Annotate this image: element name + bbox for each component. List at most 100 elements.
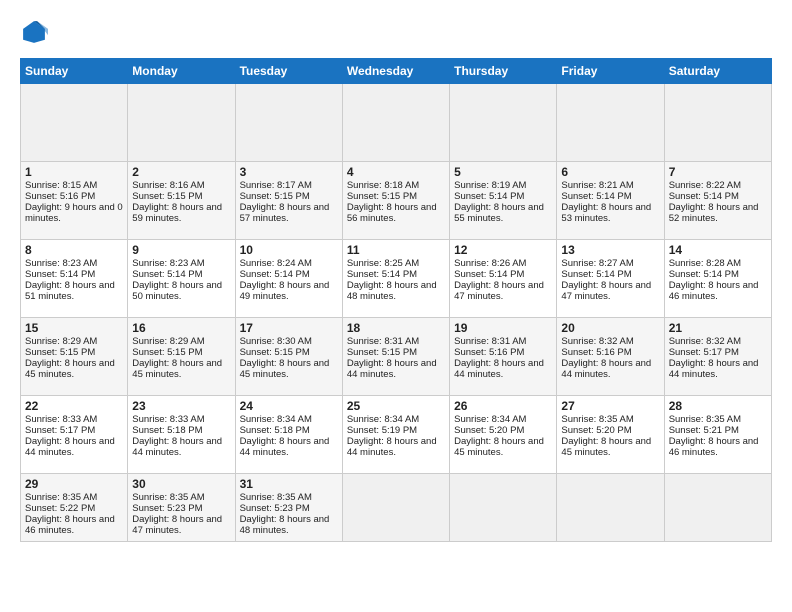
day-number: 18 — [347, 321, 445, 335]
calendar-cell: 6Sunrise: 8:21 AMSunset: 5:14 PMDaylight… — [557, 162, 664, 240]
sunset-text: Sunset: 5:15 PM — [240, 347, 338, 358]
col-header-friday: Friday — [557, 59, 664, 84]
calendar-cell: 20Sunrise: 8:32 AMSunset: 5:16 PMDayligh… — [557, 318, 664, 396]
calendar-cell — [21, 84, 128, 162]
calendar-table: SundayMondayTuesdayWednesdayThursdayFrid… — [20, 58, 772, 542]
day-number: 5 — [454, 165, 552, 179]
calendar-cell: 11Sunrise: 8:25 AMSunset: 5:14 PMDayligh… — [342, 240, 449, 318]
daylight-text: Daylight: 8 hours and 44 minutes. — [132, 436, 230, 458]
sunset-text: Sunset: 5:14 PM — [669, 191, 767, 202]
calendar-cell: 2Sunrise: 8:16 AMSunset: 5:15 PMDaylight… — [128, 162, 235, 240]
sunset-text: Sunset: 5:18 PM — [240, 425, 338, 436]
sunset-text: Sunset: 5:15 PM — [347, 191, 445, 202]
calendar-week-4: 22Sunrise: 8:33 AMSunset: 5:17 PMDayligh… — [21, 396, 772, 474]
calendar-week-3: 15Sunrise: 8:29 AMSunset: 5:15 PMDayligh… — [21, 318, 772, 396]
day-number: 29 — [25, 477, 123, 491]
day-number: 27 — [561, 399, 659, 413]
sunrise-text: Sunrise: 8:34 AM — [347, 414, 445, 425]
daylight-text: Daylight: 8 hours and 47 minutes. — [561, 280, 659, 302]
calendar-cell: 29Sunrise: 8:35 AMSunset: 5:22 PMDayligh… — [21, 474, 128, 542]
day-number: 1 — [25, 165, 123, 179]
calendar-cell — [235, 84, 342, 162]
sunset-text: Sunset: 5:15 PM — [132, 191, 230, 202]
sunset-text: Sunset: 5:23 PM — [132, 503, 230, 514]
day-number: 15 — [25, 321, 123, 335]
daylight-text: Daylight: 8 hours and 53 minutes. — [561, 202, 659, 224]
sunset-text: Sunset: 5:14 PM — [454, 191, 552, 202]
calendar-cell: 25Sunrise: 8:34 AMSunset: 5:19 PMDayligh… — [342, 396, 449, 474]
day-number: 3 — [240, 165, 338, 179]
day-number: 6 — [561, 165, 659, 179]
sunset-text: Sunset: 5:17 PM — [669, 347, 767, 358]
sunrise-text: Sunrise: 8:35 AM — [25, 492, 123, 503]
sunset-text: Sunset: 5:22 PM — [25, 503, 123, 514]
calendar-cell: 16Sunrise: 8:29 AMSunset: 5:15 PMDayligh… — [128, 318, 235, 396]
calendar-cell: 22Sunrise: 8:33 AMSunset: 5:17 PMDayligh… — [21, 396, 128, 474]
sunset-text: Sunset: 5:15 PM — [347, 347, 445, 358]
daylight-text: Daylight: 8 hours and 48 minutes. — [347, 280, 445, 302]
day-number: 19 — [454, 321, 552, 335]
sunrise-text: Sunrise: 8:34 AM — [454, 414, 552, 425]
sunset-text: Sunset: 5:21 PM — [669, 425, 767, 436]
col-header-saturday: Saturday — [664, 59, 771, 84]
sunrise-text: Sunrise: 8:35 AM — [132, 492, 230, 503]
daylight-text: Daylight: 8 hours and 47 minutes. — [454, 280, 552, 302]
sunset-text: Sunset: 5:15 PM — [240, 191, 338, 202]
col-header-thursday: Thursday — [450, 59, 557, 84]
calendar-cell: 21Sunrise: 8:32 AMSunset: 5:17 PMDayligh… — [664, 318, 771, 396]
sunset-text: Sunset: 5:15 PM — [132, 347, 230, 358]
calendar-cell: 18Sunrise: 8:31 AMSunset: 5:15 PMDayligh… — [342, 318, 449, 396]
calendar-cell: 1Sunrise: 8:15 AMSunset: 5:16 PMDaylight… — [21, 162, 128, 240]
day-number: 10 — [240, 243, 338, 257]
col-header-wednesday: Wednesday — [342, 59, 449, 84]
daylight-text: Daylight: 8 hours and 45 minutes. — [454, 436, 552, 458]
daylight-text: Daylight: 8 hours and 44 minutes. — [347, 436, 445, 458]
col-header-sunday: Sunday — [21, 59, 128, 84]
day-number: 24 — [240, 399, 338, 413]
calendar-cell: 12Sunrise: 8:26 AMSunset: 5:14 PMDayligh… — [450, 240, 557, 318]
sunset-text: Sunset: 5:14 PM — [25, 269, 123, 280]
header-row: SundayMondayTuesdayWednesdayThursdayFrid… — [21, 59, 772, 84]
sunset-text: Sunset: 5:19 PM — [347, 425, 445, 436]
sunset-text: Sunset: 5:14 PM — [561, 269, 659, 280]
day-number: 21 — [669, 321, 767, 335]
sunrise-text: Sunrise: 8:21 AM — [561, 180, 659, 191]
day-number: 4 — [347, 165, 445, 179]
sunrise-text: Sunrise: 8:32 AM — [561, 336, 659, 347]
sunrise-text: Sunrise: 8:31 AM — [454, 336, 552, 347]
day-number: 9 — [132, 243, 230, 257]
sunrise-text: Sunrise: 8:15 AM — [25, 180, 123, 191]
calendar-cell: 30Sunrise: 8:35 AMSunset: 5:23 PMDayligh… — [128, 474, 235, 542]
daylight-text: Daylight: 8 hours and 49 minutes. — [240, 280, 338, 302]
daylight-text: Daylight: 8 hours and 45 minutes. — [561, 436, 659, 458]
calendar-cell: 31Sunrise: 8:35 AMSunset: 5:23 PMDayligh… — [235, 474, 342, 542]
sunrise-text: Sunrise: 8:35 AM — [561, 414, 659, 425]
day-number: 2 — [132, 165, 230, 179]
calendar-cell: 26Sunrise: 8:34 AMSunset: 5:20 PMDayligh… — [450, 396, 557, 474]
day-number: 8 — [25, 243, 123, 257]
sunset-text: Sunset: 5:14 PM — [454, 269, 552, 280]
day-number: 12 — [454, 243, 552, 257]
sunset-text: Sunset: 5:14 PM — [669, 269, 767, 280]
sunset-text: Sunset: 5:14 PM — [561, 191, 659, 202]
logo-icon — [20, 18, 48, 46]
sunset-text: Sunset: 5:14 PM — [347, 269, 445, 280]
daylight-text: Daylight: 9 hours and 0 minutes. — [25, 202, 123, 224]
day-number: 17 — [240, 321, 338, 335]
daylight-text: Daylight: 8 hours and 44 minutes. — [669, 358, 767, 380]
sunset-text: Sunset: 5:16 PM — [454, 347, 552, 358]
sunset-text: Sunset: 5:20 PM — [561, 425, 659, 436]
sunrise-text: Sunrise: 8:29 AM — [25, 336, 123, 347]
daylight-text: Daylight: 8 hours and 50 minutes. — [132, 280, 230, 302]
sunrise-text: Sunrise: 8:27 AM — [561, 258, 659, 269]
calendar-week-2: 8Sunrise: 8:23 AMSunset: 5:14 PMDaylight… — [21, 240, 772, 318]
calendar-cell: 5Sunrise: 8:19 AMSunset: 5:14 PMDaylight… — [450, 162, 557, 240]
sunset-text: Sunset: 5:15 PM — [25, 347, 123, 358]
sunrise-text: Sunrise: 8:16 AM — [132, 180, 230, 191]
sunrise-text: Sunrise: 8:34 AM — [240, 414, 338, 425]
calendar-cell — [557, 474, 664, 542]
daylight-text: Daylight: 8 hours and 44 minutes. — [25, 436, 123, 458]
sunrise-text: Sunrise: 8:19 AM — [454, 180, 552, 191]
daylight-text: Daylight: 8 hours and 56 minutes. — [347, 202, 445, 224]
sunrise-text: Sunrise: 8:26 AM — [454, 258, 552, 269]
